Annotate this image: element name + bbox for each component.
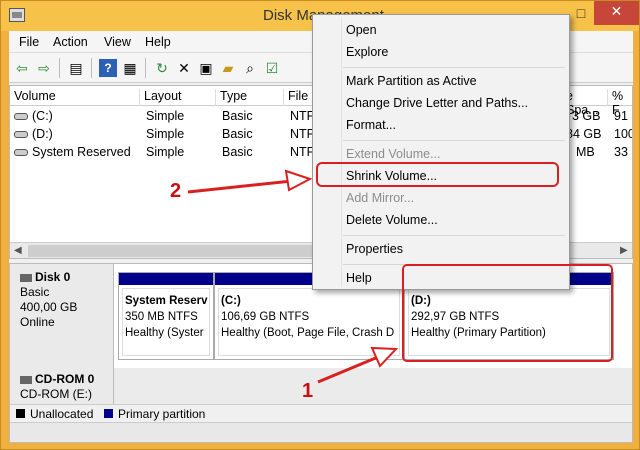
annotation-arrows (187, 169, 399, 384)
arrow-2-head (284, 169, 313, 192)
arrow-2-shaft (187, 179, 293, 194)
arrow-1-head (370, 346, 399, 368)
arrow-1-shaft (317, 355, 379, 384)
